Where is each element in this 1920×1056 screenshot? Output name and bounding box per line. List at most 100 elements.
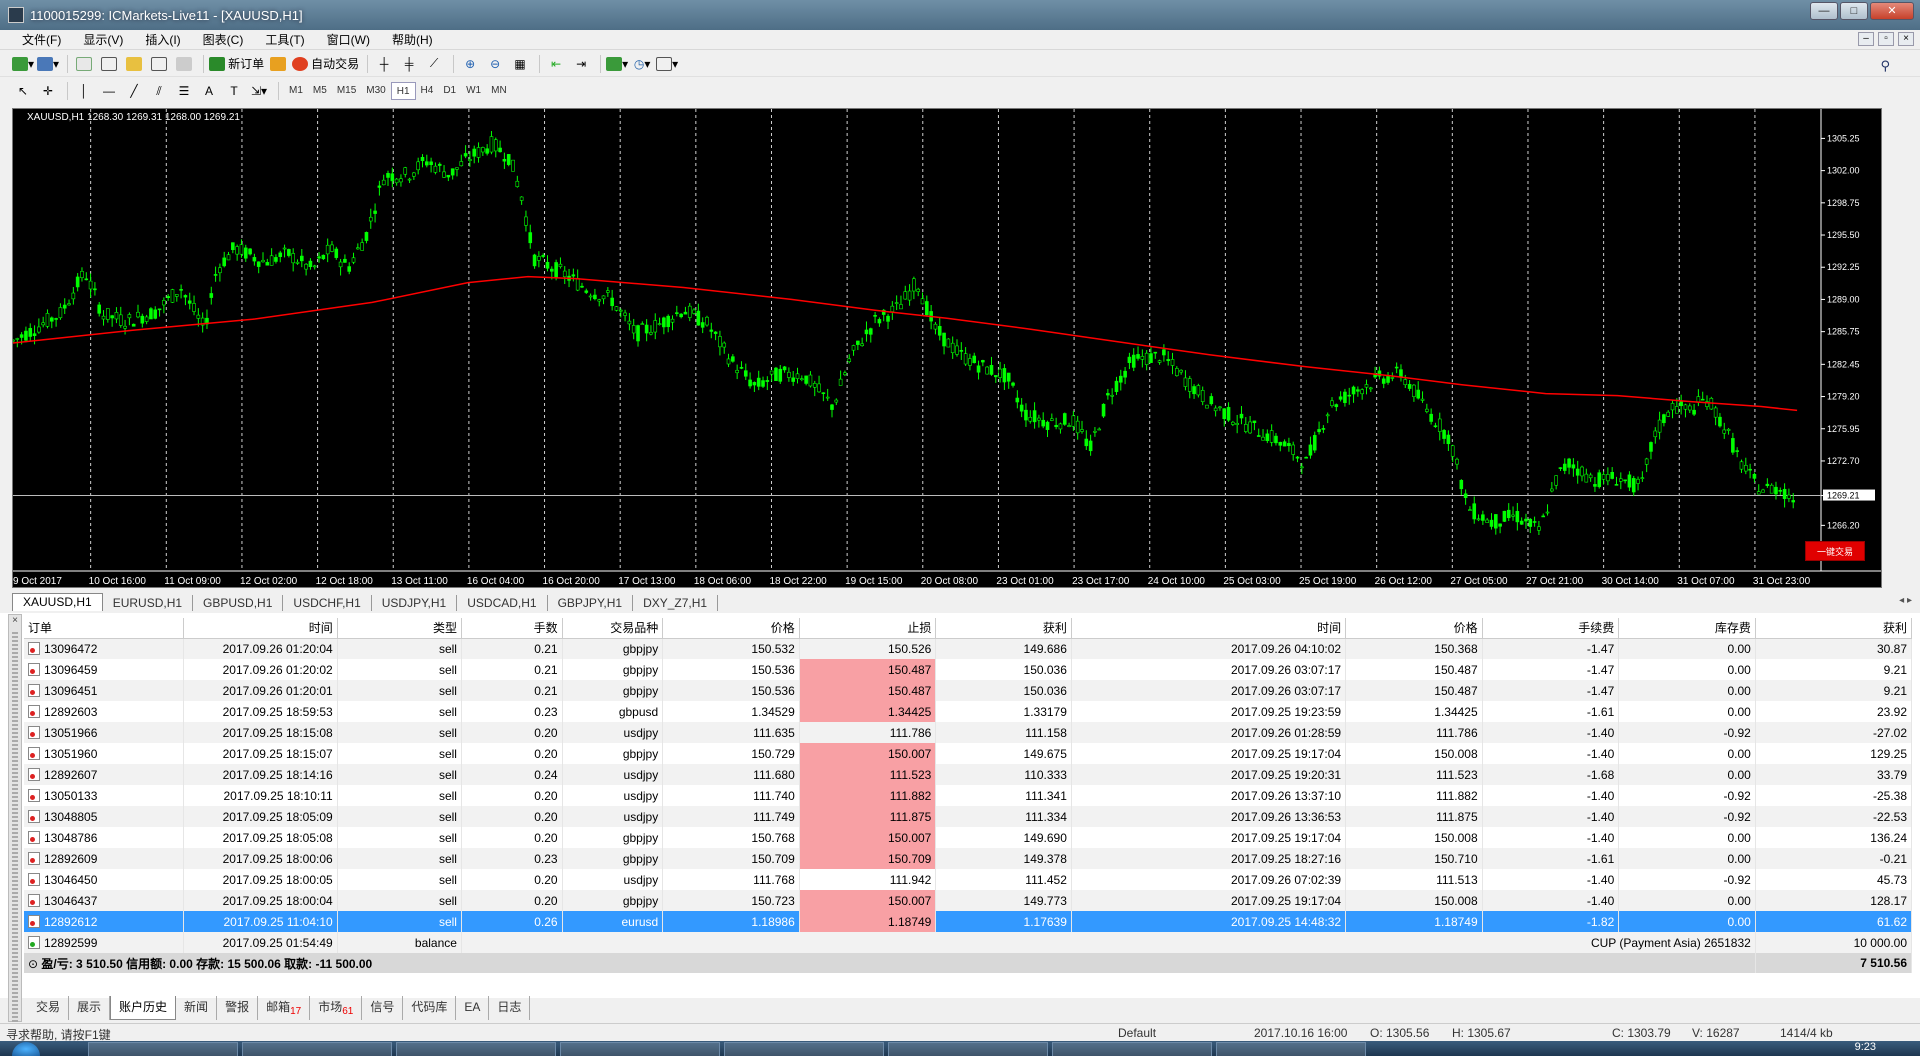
col-open-time[interactable]: 时间 <box>183 618 338 639</box>
text-tool[interactable]: A <box>198 81 220 101</box>
table-row[interactable]: 13046450 2017.09.25 18:00:05 sell 0.20 usdjp… <box>24 869 1913 890</box>
timeframe-mn[interactable]: MN <box>486 82 512 100</box>
col-order[interactable]: 订单 <box>24 618 184 639</box>
start-button[interactable] <box>12 1042 40 1056</box>
chart-tab[interactable]: USDCAD,H1 <box>457 595 548 611</box>
bar-chart-button[interactable]: ┼ <box>373 54 395 74</box>
minimize-button[interactable]: — <box>1810 2 1838 20</box>
table-row[interactable]: 13096472 2017.09.26 01:20:04 sell 0.21 gbpjp… <box>24 638 1913 659</box>
terminal-tab[interactable]: 新闻 <box>176 996 218 1020</box>
menu-help[interactable]: 帮助(H) <box>382 31 445 48</box>
chart-tab[interactable]: EURUSD,H1 <box>103 595 194 611</box>
timeframe-m30[interactable]: M30 <box>361 82 390 100</box>
chart-canvas[interactable]: 9 Oct 2017 10 Oct 16:00 11 Oct 09:00 12 Oct… <box>13 109 1882 588</box>
new-order-button[interactable]: 新订单 <box>209 54 264 74</box>
timeframe-h4[interactable]: H4 <box>416 82 439 100</box>
terminal-tab[interactable]: 市场61 <box>310 996 363 1020</box>
table-row[interactable]: 12892609 2017.09.25 18:00:06 sell 0.23 gbpjp… <box>24 848 1913 869</box>
mdi-minimize-button[interactable]: – <box>1858 32 1874 46</box>
table-row[interactable]: 13051966 2017.09.25 18:15:08 sell 0.20 usdjp… <box>24 722 1913 743</box>
chart-tab[interactable]: USDJPY,H1 <box>372 595 458 611</box>
arrows-tool[interactable]: ⇲ ▾ <box>248 81 270 101</box>
terminal-tab[interactable]: 展示 <box>69 996 111 1020</box>
auto-trading-button[interactable]: 自动交易 <box>292 54 359 74</box>
col-type[interactable]: 类型 <box>337 618 462 639</box>
table-row[interactable]: 12892603 2017.09.25 18:59:53 sell 0.23 gbpus… <box>24 701 1913 722</box>
line-chart-button[interactable]: ⟋ <box>423 54 445 74</box>
menu-tools[interactable]: 工具(T) <box>255 31 316 48</box>
chart-shift-button[interactable]: ⇥ <box>570 54 592 74</box>
zoom-in-button[interactable]: ⊕ <box>459 54 481 74</box>
table-row[interactable]: 13046437 2017.09.25 18:00:04 sell 0.20 gbpjp… <box>24 890 1913 911</box>
taskbar-item[interactable] <box>1216 1042 1366 1056</box>
chart-tabs-nav[interactable]: ◂ ▸ <box>1899 595 1912 606</box>
text-label-tool[interactable]: T <box>223 81 245 101</box>
taskbar-item[interactable] <box>396 1042 556 1056</box>
col-volume[interactable]: 手数 <box>461 618 563 639</box>
col-close-price[interactable]: 价格 <box>1345 618 1483 639</box>
col-profit[interactable]: 获利 <box>1755 618 1913 639</box>
col-commission[interactable]: 手续费 <box>1482 618 1620 639</box>
one-click-trade-button[interactable]: 一键交易 <box>1805 541 1865 561</box>
horizontal-line-tool[interactable]: — <box>98 81 120 101</box>
taskbar-item[interactable] <box>242 1042 392 1056</box>
search-icon[interactable]: ⚲ <box>1880 58 1890 74</box>
timeframe-w1[interactable]: W1 <box>461 82 486 100</box>
cursor-tool[interactable]: ↖ <box>12 81 34 101</box>
chart-tab[interactable]: DXY_Z7,H1 <box>633 595 719 611</box>
templates-button[interactable]: ▾ <box>656 54 678 74</box>
table-row[interactable]: 13096451 2017.09.26 01:20:01 sell 0.21 gbpjp… <box>24 680 1913 701</box>
taskbar-item[interactable] <box>724 1042 884 1056</box>
taskbar-item[interactable] <box>560 1042 720 1056</box>
menu-file[interactable]: 文件(F) <box>12 31 73 48</box>
taskbar-item[interactable] <box>1052 1042 1212 1056</box>
new-chart-button[interactable]: ▾ <box>12 54 34 74</box>
terminal-tab[interactable]: 账户历史 <box>110 996 177 1020</box>
col-open-price[interactable]: 价格 <box>662 618 800 639</box>
crosshair-tool[interactable]: ✛ <box>37 81 59 101</box>
terminal-button[interactable] <box>148 54 170 74</box>
chart-tab[interactable]: USDCHF,H1 <box>283 595 372 611</box>
terminal-tab[interactable]: 日志 <box>489 996 531 1020</box>
terminal-close-icon[interactable]: × <box>9 615 21 626</box>
profiles-button[interactable]: ▾ <box>37 54 59 74</box>
chart-tab[interactable]: XAUUSD,H1 <box>12 593 103 611</box>
col-take-profit[interactable]: 获利 <box>935 618 1072 639</box>
navigator-button[interactable] <box>123 54 145 74</box>
taskbar-item[interactable] <box>88 1042 238 1056</box>
auto-scroll-button[interactable]: ⇤ <box>545 54 567 74</box>
table-row[interactable]: 13050133 2017.09.25 18:10:11 sell 0.20 usdjp… <box>24 785 1913 806</box>
table-row[interactable]: 13096459 2017.09.26 01:20:02 sell 0.21 gbpjp… <box>24 659 1913 680</box>
close-button[interactable]: ✕ <box>1870 2 1914 20</box>
tile-windows-button[interactable]: ▦ <box>509 54 531 74</box>
trendline-tool[interactable]: ╱ <box>123 81 145 101</box>
vertical-line-tool[interactable]: │ <box>73 81 95 101</box>
metaeditor-button[interactable] <box>267 54 289 74</box>
price-chart[interactable]: 9 Oct 2017 10 Oct 16:00 11 Oct 09:00 12 Oct… <box>12 108 1882 588</box>
terminal-tab[interactable]: 代码库 <box>403 996 457 1020</box>
col-close-time[interactable]: 时间 <box>1071 618 1347 639</box>
col-swap[interactable]: 库存费 <box>1618 618 1756 639</box>
data-window-button[interactable] <box>98 54 120 74</box>
table-row[interactable]: 13051960 2017.09.25 18:15:07 sell 0.20 gbpjp… <box>24 743 1913 764</box>
zoom-out-button[interactable]: ⊖ <box>484 54 506 74</box>
periods-button[interactable]: ◷ ▾ <box>631 54 653 74</box>
tester-button[interactable] <box>173 54 195 74</box>
mdi-restore-button[interactable]: ▫ <box>1878 32 1894 46</box>
balance-row[interactable]: 12892599 2017.09.25 01:54:49 balance CUP (P… <box>24 932 1913 953</box>
maximize-button[interactable]: □ <box>1840 2 1868 20</box>
fibonacci-tool[interactable]: ☰ <box>173 81 195 101</box>
indicators-button[interactable]: ▾ <box>606 54 628 74</box>
taskbar-item[interactable] <box>888 1042 1048 1056</box>
market-watch-button[interactable] <box>73 54 95 74</box>
table-row[interactable]: 13048805 2017.09.25 18:05:09 sell 0.20 usdjp… <box>24 806 1913 827</box>
timeframe-m5[interactable]: M5 <box>308 82 332 100</box>
terminal-tab[interactable]: 邮箱17 <box>258 996 311 1020</box>
candlestick-button[interactable]: ╪ <box>398 54 420 74</box>
channel-tool[interactable]: ⫽ <box>148 81 170 101</box>
timeframe-d1[interactable]: D1 <box>438 82 461 100</box>
chart-tab[interactable]: GBPUSD,H1 <box>193 595 284 611</box>
table-row[interactable]: 12892612 2017.09.25 11:04:10 sell 0.26 eurus… <box>24 911 1913 932</box>
menu-charts[interactable]: 图表(C) <box>193 31 256 48</box>
mdi-close-button[interactable]: × <box>1898 32 1914 46</box>
